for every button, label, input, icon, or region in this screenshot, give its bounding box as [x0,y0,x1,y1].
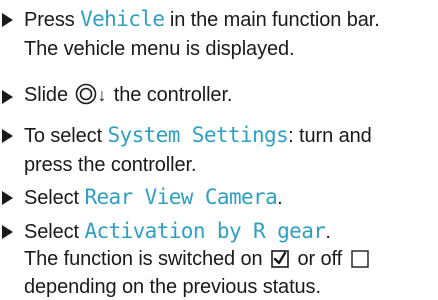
step-2-text-post: the controller. [108,84,233,106]
checkbox-unchecked-icon [350,250,369,268]
step-3-text-post: : turn and [288,125,372,147]
step-5-text-on: The function is switched on [24,248,268,270]
step-4-text-post: . [277,187,283,209]
step-2-text-pre: Slide [24,84,74,106]
bullet-arrow-icon [2,225,13,239]
controller-dial-icon [75,83,97,105]
step-4-line-1: Select Rear View Camera. [24,184,283,211]
step-5-line-1: Select Activation by R gear. [24,218,331,245]
step-1-line-1: Press Vehicle in the main function bar. [24,6,380,33]
step-1-text-pre: Press [24,9,81,31]
checkbox-checked-icon [271,250,289,268]
step-2-line-1: Slide ↓ the controller. [24,82,232,108]
step-5-text-off: or off [292,248,348,270]
step-4-text-pre: Select [24,187,85,209]
menu-term-rear-view-camera: Rear View Camera [84,185,278,209]
step-5-line-2: The function is switched on or off [24,246,372,272]
bullet-arrow-icon [2,13,13,27]
menu-term-activation-by-r-gear: Activation by R gear [84,219,326,243]
bullet-arrow-icon [2,191,13,205]
step-1-line-2: The vehicle menu is displayed. [24,38,295,60]
bullet-arrow-icon [2,129,13,143]
step-3-line-2: press the controller. [24,154,197,176]
step-5-line-3: depending on the previous status. [24,276,321,298]
step-3-text-pre: To select [24,125,108,147]
down-arrow-icon: ↓ [97,85,107,105]
menu-term-system-settings: System Settings [107,123,289,147]
step-5-text-post: . [325,221,331,243]
step-3-line-1: To select System Settings: turn and [24,122,372,149]
step-1-text-post: in the main function bar. [164,9,380,31]
step-5-text-pre: Select [24,221,85,243]
bullet-arrow-icon [2,90,13,104]
menu-term-vehicle: Vehicle [80,7,165,31]
